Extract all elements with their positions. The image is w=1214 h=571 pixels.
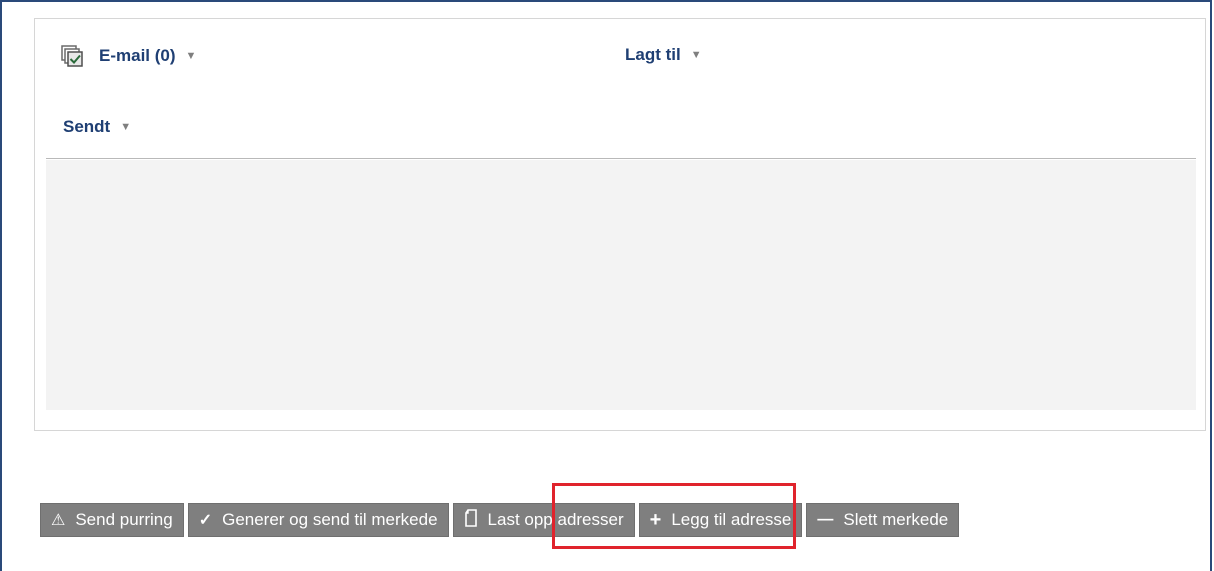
sort-caret-icon: ▼ <box>690 49 702 61</box>
header-divider <box>46 158 1196 159</box>
column-header-email[interactable]: E-mail (0) ▼ <box>61 45 196 67</box>
send-reminder-label: Send purring <box>75 510 173 529</box>
sort-caret-icon: ▼ <box>185 50 197 62</box>
select-all-checkbox-icon[interactable] <box>61 45 83 67</box>
delete-selected-button[interactable]: — Slett merkede <box>806 503 960 537</box>
column-header-sent[interactable]: Sendt ▼ <box>63 117 131 137</box>
generate-send-selected-button[interactable]: ✓ Generer og send til merkede <box>187 503 449 537</box>
highlight-box <box>552 483 796 549</box>
checkmark-icon: ✓ <box>198 512 213 529</box>
table-body-empty <box>46 160 1196 410</box>
send-reminder-button[interactable]: ⚠ Send purring <box>40 503 184 537</box>
table-header-row: E-mail (0) ▼ Lagt til ▼ <box>61 45 1181 79</box>
warning-icon: ⚠ <box>51 512 66 529</box>
document-icon <box>464 508 478 532</box>
delete-selected-label: Slett merkede <box>843 510 949 529</box>
column-header-added[interactable]: Lagt til ▼ <box>625 45 702 65</box>
sort-caret-icon: ▼ <box>120 121 132 133</box>
column-header-email-label: E-mail (0) <box>99 46 176 65</box>
column-header-sent-label: Sendt <box>63 117 111 136</box>
column-header-added-label: Lagt til <box>625 45 681 64</box>
minus-icon: — <box>817 511 834 528</box>
action-toolbar: ⚠ Send purring ✓ Generer og send til mer… <box>40 503 960 539</box>
generate-send-selected-label: Generer og send til merkede <box>222 510 438 529</box>
